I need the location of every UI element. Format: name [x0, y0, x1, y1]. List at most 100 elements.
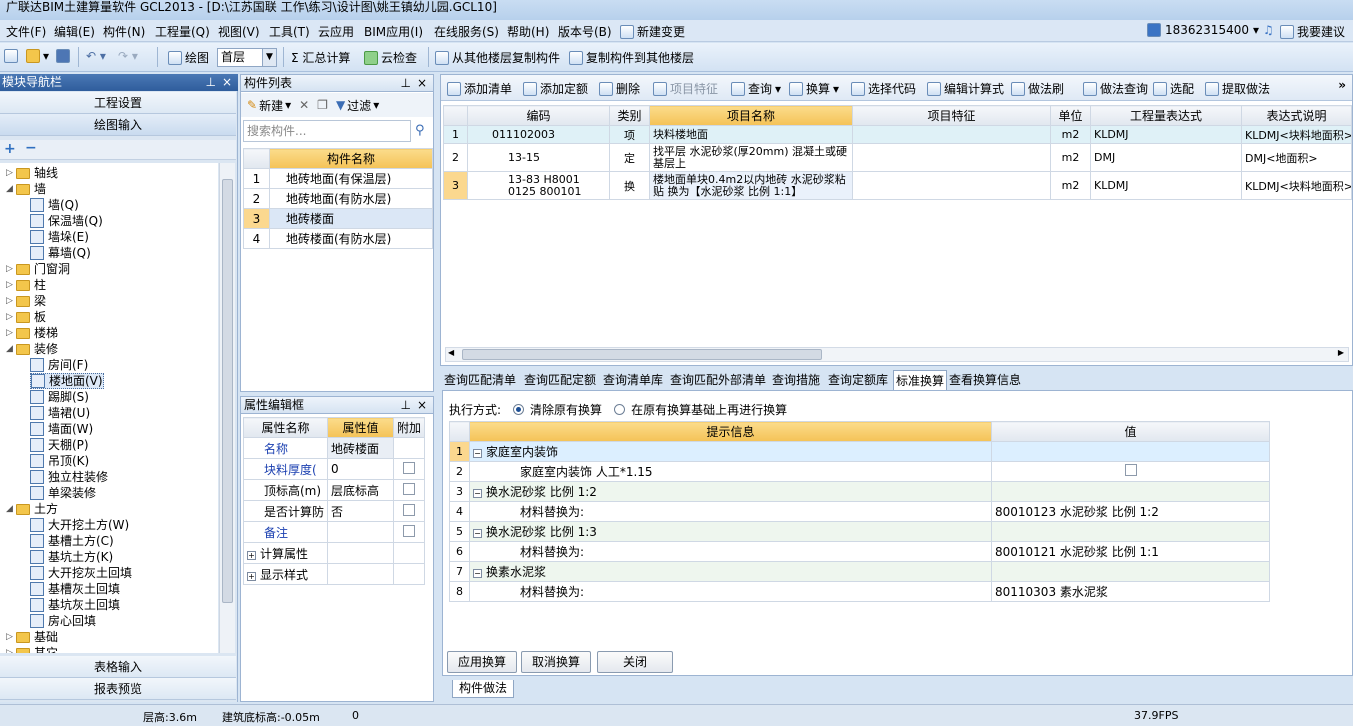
edit-formula-button[interactable]: 编辑计算式	[927, 80, 1004, 97]
conversion-row[interactable]: 7− 换素水泥浆	[449, 561, 1270, 582]
close-button[interactable]: 关闭	[597, 651, 673, 673]
project-settings-button[interactable]: 工程设置	[0, 92, 236, 114]
pin-icon[interactable]: ⊥	[401, 397, 411, 413]
collapse-icon[interactable]: −	[473, 569, 482, 578]
component-row[interactable]: 4 地砖楼面(有防水层)	[243, 228, 433, 249]
account-menu[interactable]: 18362315400 ▾ ♫	[1147, 23, 1274, 37]
tree-item[interactable]: 幕墙(Q)	[30, 245, 91, 261]
select-code-button[interactable]: 选择代码	[851, 80, 916, 97]
bill-row[interactable]: 2 13-15 定找平层 水泥砂浆(厚20mm) 混凝土或硬基层上 m2 DMJ DMJ<…	[443, 143, 1352, 172]
conversion-row[interactable]: 8 材料替换为: 80110303 素水泥浆	[449, 581, 1270, 602]
copy-icon[interactable]: ❐	[317, 98, 328, 112]
query-tab[interactable]: 查询匹配清单	[444, 371, 516, 388]
menu-tools[interactable]: 工具(T)	[269, 23, 310, 40]
floor-select[interactable]: 首层 ▼	[217, 48, 277, 67]
tree-item[interactable]: 墙裙(U)	[30, 405, 90, 421]
overflow-icon[interactable]: »	[1338, 78, 1346, 92]
tree-item[interactable]: 房心回填	[30, 613, 96, 629]
tree-item[interactable]: 大开挖灰土回填	[30, 565, 132, 581]
tree-item[interactable]: ◢ 墙	[6, 181, 46, 197]
additional-checkbox[interactable]	[402, 503, 415, 516]
tree-item[interactable]: 单梁装修	[30, 485, 96, 501]
query-tab[interactable]: 查询清单库	[603, 371, 663, 388]
clear-existing-radio[interactable]	[513, 404, 525, 415]
query-button[interactable]: 查询 ▾	[731, 80, 781, 97]
menu-cloud[interactable]: 云应用	[318, 23, 354, 40]
expand-all-icon[interactable]: +	[4, 141, 16, 157]
pin-icon[interactable]: ⊥	[206, 74, 216, 90]
conversion-checkbox[interactable]	[1124, 464, 1137, 476]
copy-from-floor-button[interactable]: 从其他楼层复制构件	[435, 49, 560, 66]
tree-item[interactable]: ▷ 基础	[6, 629, 58, 645]
scroll-thumb[interactable]	[462, 349, 822, 360]
close-icon[interactable]: ×	[417, 397, 427, 413]
conversion-row[interactable]: 1− 家庭室内装饰	[449, 441, 1270, 462]
query-tab[interactable]: 查询措施	[772, 371, 820, 388]
conversion-value[interactable]	[991, 441, 1270, 462]
search-icon[interactable]: ⚲	[415, 123, 425, 138]
menu-component[interactable]: 构件(N)	[103, 23, 145, 40]
match-button[interactable]: 选配	[1153, 80, 1194, 97]
conversion-row[interactable]: 6 材料替换为: 80010121 水泥砂浆 比例 1:1	[449, 541, 1270, 562]
open-file-icon[interactable]: ▾	[26, 49, 49, 63]
tab-component-method[interactable]: 构件做法	[452, 680, 515, 698]
tree-item[interactable]: 基槽灰土回填	[30, 581, 120, 597]
property-value[interactable]: 地砖楼面	[327, 437, 394, 459]
expand-arrow-icon[interactable]: ▷	[6, 165, 16, 181]
tree-item[interactable]: ▷ 轴线	[6, 165, 58, 181]
bill-hscrollbar[interactable]: ◀ ▶	[445, 347, 1349, 362]
property-row[interactable]: 备注	[242, 521, 426, 543]
conversion-row[interactable]: 4 材料替换为: 80010123 水泥砂浆 比例 1:2	[449, 501, 1270, 522]
method-query-button[interactable]: 做法查询	[1083, 80, 1148, 97]
conversion-value[interactable]	[991, 481, 1270, 502]
apply-conversion-button[interactable]: 应用换算	[447, 651, 517, 673]
query-tab[interactable]: 查询匹配定额	[524, 371, 596, 388]
copy-to-floor-button[interactable]: 复制构件到其他楼层	[569, 49, 694, 66]
tree-item[interactable]: ▷ 其它	[6, 645, 58, 653]
query-tab[interactable]: 查看换算信息	[949, 371, 1021, 388]
conversion-row[interactable]: 3− 换水泥砂浆 比例 1:2	[449, 481, 1270, 502]
tree-item[interactable]: 独立柱装修	[30, 469, 108, 485]
expand-arrow-icon[interactable]: ▷	[6, 293, 16, 309]
expand-arrow-icon[interactable]: ▷	[6, 277, 16, 293]
property-row[interactable]: 名称 地砖楼面	[242, 437, 426, 459]
expand-arrow-icon[interactable]: ◢	[6, 501, 16, 517]
draw-input-button[interactable]: 绘图输入	[0, 114, 236, 136]
scroll-thumb[interactable]	[222, 179, 233, 603]
collapse-icon[interactable]: −	[473, 449, 482, 458]
conversion-value[interactable]: 80110303 素水泥浆	[991, 581, 1270, 602]
menu-bim[interactable]: BIM应用(I)	[364, 23, 423, 40]
tree-item[interactable]: ▷ 楼梯	[6, 325, 58, 341]
collapse-icon[interactable]: −	[473, 529, 482, 538]
property-value[interactable]	[327, 563, 394, 585]
sum-calc-button[interactable]: Σ 汇总计算	[291, 49, 350, 66]
suggest-button[interactable]: 我要建议	[1280, 23, 1345, 40]
tree-item[interactable]: ▷ 梁	[6, 293, 46, 309]
tree-item[interactable]: 房间(F)	[30, 357, 88, 373]
property-row[interactable]: + 计算属性	[242, 542, 426, 564]
filter-button[interactable]: ▼ 过滤 ▾	[336, 97, 379, 114]
expand-arrow-icon[interactable]: ▷	[6, 325, 16, 341]
menu-help[interactable]: 帮助(H)	[507, 23, 549, 40]
property-row[interactable]: 顶标高(m) 层底标高	[242, 479, 426, 501]
additional-checkbox[interactable]	[402, 461, 415, 474]
tree-item[interactable]: 大开挖土方(W)	[30, 517, 129, 533]
conversion-value[interactable]: 80010123 水泥砂浆 比例 1:2	[991, 501, 1270, 522]
append-conversion-radio[interactable]	[614, 404, 626, 415]
cloud-check-button[interactable]: 云检查	[364, 49, 417, 66]
conversion-value[interactable]: 80010121 水泥砂浆 比例 1:1	[991, 541, 1270, 562]
table-input-button[interactable]: 表格输入	[0, 656, 236, 678]
new-change-button[interactable]: 新建变更	[620, 23, 685, 40]
property-row[interactable]: 是否计算防否	[242, 500, 426, 522]
tree-item[interactable]: 基坑灰土回填	[30, 597, 120, 613]
item-feature-button[interactable]: 项目特征	[653, 80, 718, 97]
add-quota-button[interactable]: 添加定额	[523, 80, 588, 97]
close-icon[interactable]: ×	[222, 74, 232, 90]
redo-icon[interactable]: ↷ ▾	[118, 49, 138, 63]
collapse-all-icon[interactable]: −	[25, 140, 37, 156]
expand-icon[interactable]: +	[247, 550, 256, 560]
property-value[interactable]	[327, 542, 394, 564]
expand-icon[interactable]: +	[247, 571, 256, 581]
property-value[interactable]: 层底标高	[327, 479, 394, 501]
draw-button[interactable]: 绘图	[168, 49, 209, 66]
